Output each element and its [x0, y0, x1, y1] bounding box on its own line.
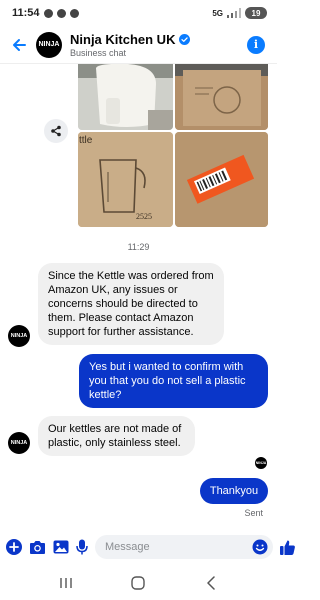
back-arrow-icon: [13, 38, 26, 51]
box-number-text: 2525: [136, 212, 152, 221]
battery-indicator: 19: [245, 7, 267, 19]
box-label-text: ttle: [79, 135, 93, 146]
header-title-area[interactable]: Ninja Kitchen UK Business chat: [70, 32, 247, 58]
photo-barcode-label[interactable]: [175, 132, 268, 227]
page-subtitle: Business chat: [70, 47, 127, 58]
verified-badge-icon: [179, 33, 191, 45]
signal-icon: [227, 8, 241, 18]
read-receipt-avatar: NINJA: [255, 457, 267, 469]
notification-icon: [43, 8, 53, 18]
gallery-button[interactable]: [53, 536, 69, 558]
photo-box-top[interactable]: [175, 64, 268, 130]
status-bar: 11:54 5G 19: [0, 0, 277, 26]
notification-icon: [56, 8, 66, 18]
info-icon: i: [253, 38, 259, 51]
emoji-icon: [252, 539, 268, 555]
status-left: 11:54: [12, 7, 79, 19]
back-button[interactable]: [4, 30, 34, 60]
chat-notification-icon: [69, 8, 79, 18]
share-button[interactable]: [44, 119, 68, 143]
message-timestamp: 11:29: [127, 242, 150, 252]
share-icon: [51, 125, 61, 137]
gallery-icon: [53, 540, 69, 554]
message-input[interactable]: [95, 535, 273, 559]
add-button[interactable]: [6, 536, 22, 558]
chevron-left-icon: [207, 576, 215, 590]
page-title: Ninja Kitchen UK: [70, 31, 176, 47]
photo-kettle[interactable]: [78, 64, 173, 130]
barcode-label-image: [175, 132, 268, 227]
home-icon: [131, 576, 146, 590]
box-top-image: [175, 64, 268, 130]
business-avatar[interactable]: NINJA: [36, 31, 62, 58]
message-bubble-outgoing[interactable]: Yes but i wanted to confirm with you tha…: [79, 354, 268, 408]
photo-box-side[interactable]: ttle 2525: [78, 132, 173, 227]
message-composer: [0, 532, 295, 562]
message-input-wrap: [95, 535, 273, 559]
recent-apps-icon: [60, 578, 72, 588]
like-button[interactable]: [279, 536, 296, 558]
message-bubble-outgoing[interactable]: Thankyou: [200, 478, 268, 504]
network-type: 5G: [212, 8, 223, 18]
plus-icon: [6, 539, 22, 555]
camera-icon: [30, 540, 45, 554]
emoji-button[interactable]: [251, 538, 269, 556]
thumbs-up-icon: [280, 540, 295, 555]
message-bubble-incoming[interactable]: Our kettles are not made of plastic, onl…: [38, 416, 195, 456]
camera-button[interactable]: [29, 536, 46, 558]
chat-header: NINJA Ninja Kitchen UK Business chat i: [0, 26, 277, 64]
home-button[interactable]: [123, 571, 153, 595]
chat-thread[interactable]: ttle 2525 11:29 Since the Kettle was ord…: [0, 64, 277, 532]
system-navigation-bar: [0, 566, 277, 600]
business-chat-avatar[interactable]: NINJA: [8, 325, 30, 347]
business-chat-avatar[interactable]: NINJA: [8, 432, 30, 454]
info-button[interactable]: i: [247, 35, 265, 54]
status-time: 11:54: [12, 7, 40, 19]
kettle-image: [78, 64, 173, 130]
recent-apps-button[interactable]: [51, 571, 81, 595]
voice-button[interactable]: [76, 536, 88, 558]
status-right: 5G 19: [212, 7, 267, 19]
microphone-icon: [76, 539, 88, 555]
title-row: Ninja Kitchen UK: [70, 32, 247, 47]
system-back-button[interactable]: [196, 571, 226, 595]
message-bubble-incoming[interactable]: Since the Kettle was ordered from Amazon…: [38, 263, 224, 345]
box-side-image: [78, 132, 173, 227]
sent-status: Sent: [244, 508, 263, 518]
